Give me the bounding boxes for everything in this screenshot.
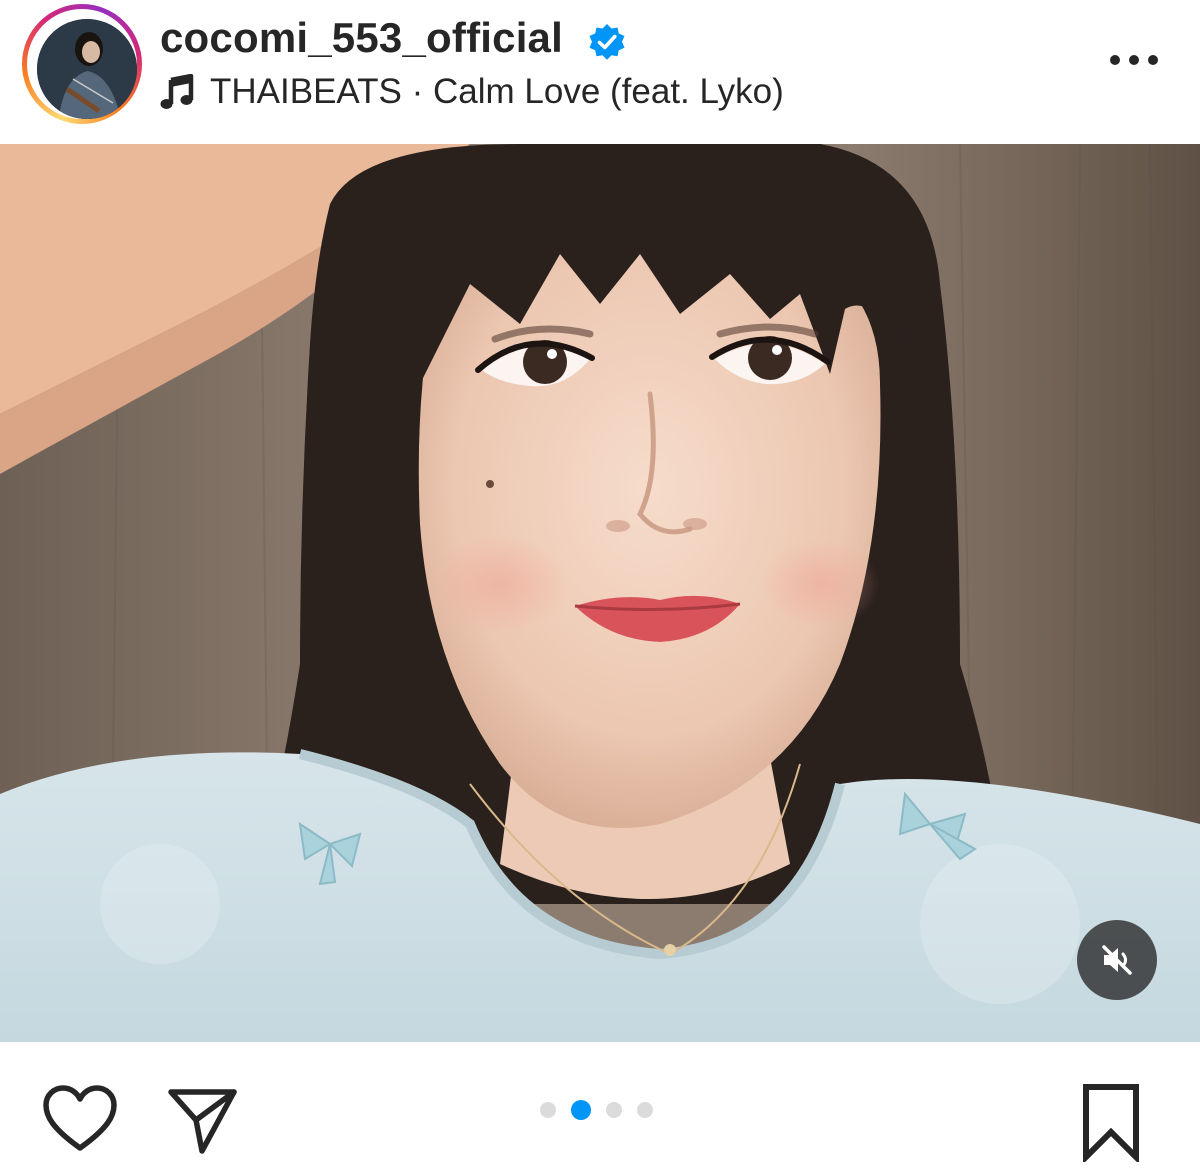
music-attribution[interactable]: THAIBEATS · Calm Love (feat. Lyko) <box>160 70 784 114</box>
music-track-label: THAIBEATS · Calm Love (feat. Lyko) <box>210 72 784 111</box>
bookmark-icon[interactable] <box>1080 1082 1142 1162</box>
username[interactable]: cocomi_553_official <box>160 14 563 62</box>
avatar[interactable] <box>37 19 137 119</box>
verified-badge-icon <box>589 24 625 60</box>
more-options-icon[interactable] <box>1106 48 1162 72</box>
carousel-dot <box>637 1102 653 1118</box>
speaker-muted-icon <box>1102 945 1132 975</box>
heart-icon[interactable] <box>42 1084 118 1154</box>
carousel-dot <box>540 1102 556 1118</box>
avatar-photo <box>37 19 137 119</box>
instagram-post: cocomi_553_official THAIBEATS · Calm Lov… <box>0 0 1200 1176</box>
carousel-indicator <box>540 1100 668 1120</box>
story-ring[interactable] <box>22 4 142 124</box>
carousel-dot <box>606 1102 622 1118</box>
post-media[interactable] <box>0 144 1200 1042</box>
carousel-dot-active <box>571 1100 591 1120</box>
post-photo <box>0 144 1200 1042</box>
music-note-icon <box>160 74 194 109</box>
paper-plane-icon[interactable] <box>166 1082 240 1156</box>
post-actions-bar <box>0 1042 1200 1176</box>
mute-toggle-button[interactable] <box>1077 920 1157 1000</box>
post-header: cocomi_553_official THAIBEATS · Calm Lov… <box>0 0 1200 142</box>
